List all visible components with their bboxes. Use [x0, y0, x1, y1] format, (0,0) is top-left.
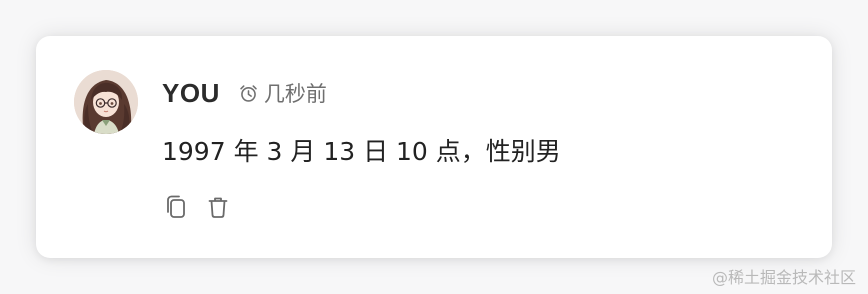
author-name: YOU	[162, 77, 220, 108]
chat-message-card: YOU 几秒前 1997 年 3 月 13 日 10 点，性别男	[36, 36, 832, 258]
message-actions	[162, 193, 246, 221]
delete-button[interactable]	[204, 193, 232, 221]
avatar	[74, 70, 138, 134]
alarm-clock-icon	[240, 84, 257, 102]
watermark: @稀土掘金技术社区	[711, 268, 856, 287]
message-header: YOU 几秒前	[162, 76, 327, 110]
stage: YOU 几秒前 1997 年 3 月 13 日 10 点，性别男 @稀土掘金技术…	[0, 0, 868, 294]
timestamp: 几秒前	[238, 78, 327, 108]
time-text: 几秒前	[263, 82, 327, 106]
anime-girl-avatar-icon	[74, 70, 138, 134]
copy-button[interactable]	[162, 193, 190, 221]
message-text: 1997 年 3 月 13 日 10 点，性别男	[162, 137, 561, 166]
trash-icon	[208, 197, 228, 218]
copy-icon	[167, 195, 185, 218]
